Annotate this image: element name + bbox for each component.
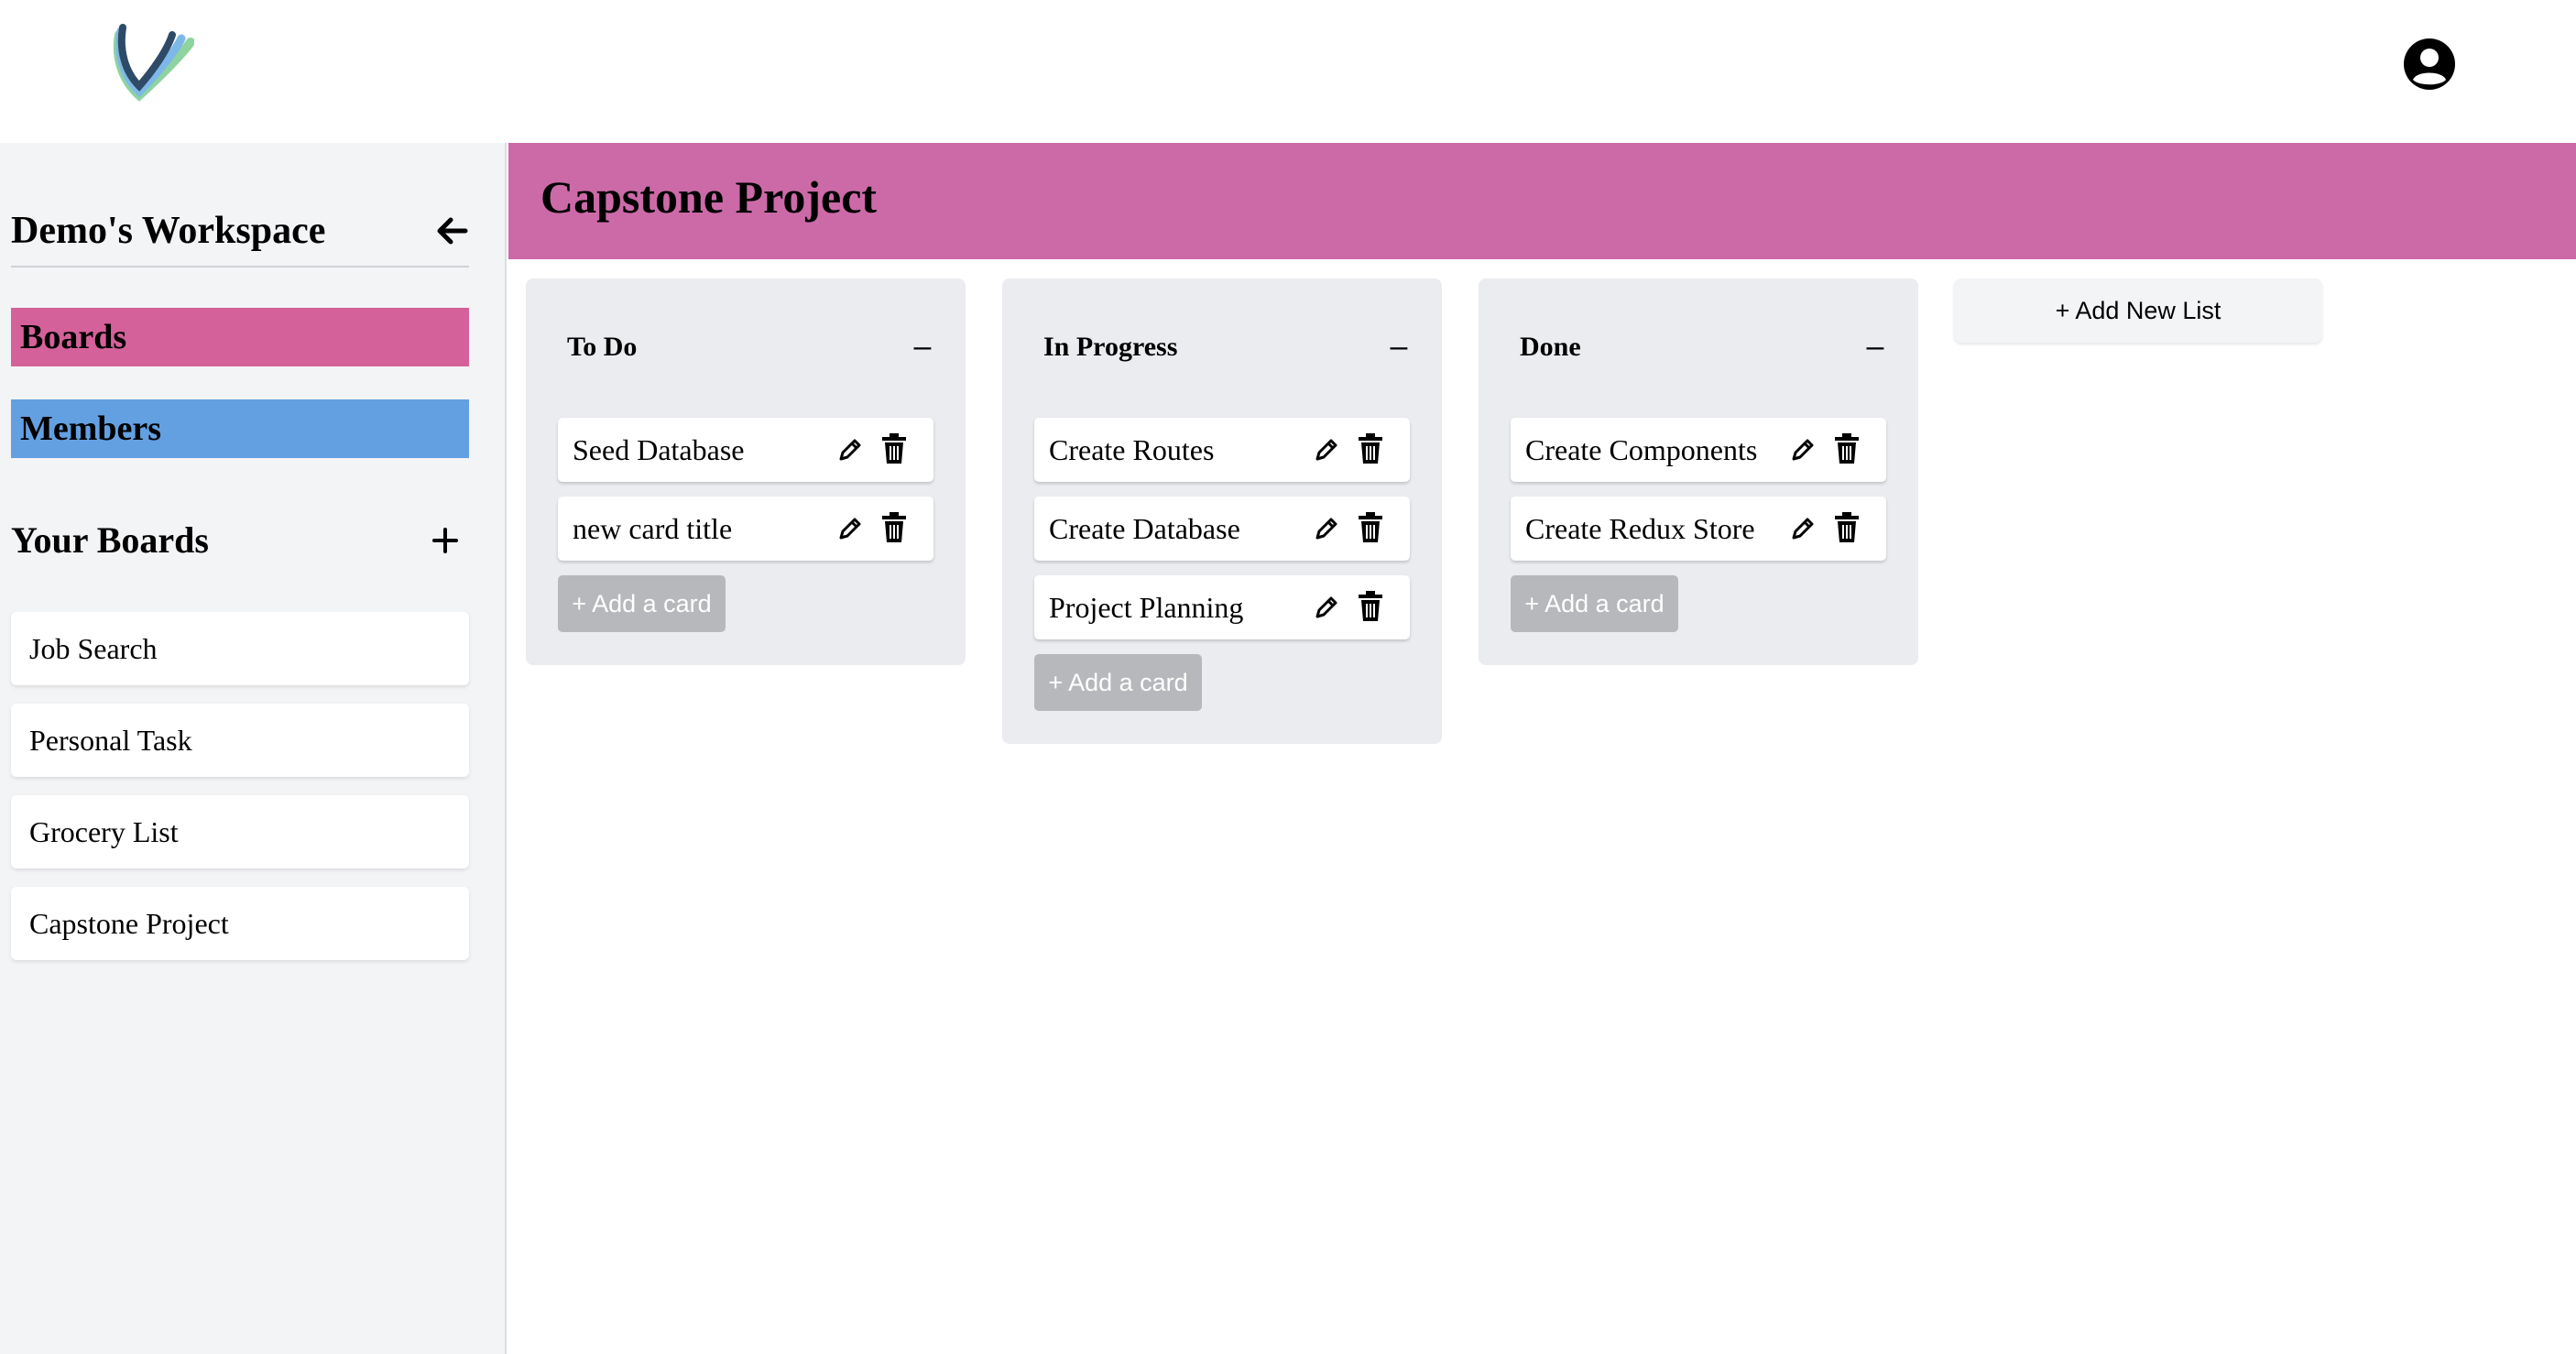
list-title: To Do (567, 332, 638, 362)
card[interactable]: new card title (558, 497, 933, 561)
trash-icon[interactable] (1355, 511, 1386, 544)
trash-icon[interactable] (879, 432, 910, 465)
trash-icon[interactable] (879, 511, 910, 544)
list-to-do: To Do – Seed Database new card title + A… (526, 278, 966, 665)
sidebar-item-members[interactable]: Members (11, 399, 469, 458)
workspace-title: Demo's Workspace (11, 210, 326, 252)
top-navbar (0, 0, 2576, 143)
card-title: Create Routes (1049, 433, 1215, 466)
card-title: Seed Database (573, 433, 745, 466)
pencil-icon[interactable] (1311, 592, 1342, 623)
workspace-header: Demo's Workspace (11, 202, 469, 268)
sidebar-board-job-search[interactable]: Job Search (11, 612, 469, 685)
card[interactable]: Create Components (1511, 418, 1886, 482)
trash-icon[interactable] (1355, 432, 1386, 465)
board-title: Capstone Project (540, 171, 878, 223)
sidebar-board-grocery-list[interactable]: Grocery List (11, 795, 469, 868)
sidebar-board-capstone-project[interactable]: Capstone Project (11, 887, 469, 960)
board-header: Capstone Project (508, 143, 2576, 259)
list-in-progress: In Progress – Create Routes Create Datab… (1002, 278, 1442, 744)
collapse-list-button[interactable]: – (1861, 330, 1889, 363)
trash-icon[interactable] (1355, 590, 1386, 623)
logo-icon[interactable] (112, 18, 195, 106)
user-circle-icon[interactable] (2402, 37, 2457, 92)
add-card-button[interactable]: + Add a card (1511, 575, 1678, 632)
trash-icon[interactable] (1831, 511, 1862, 544)
pencil-icon[interactable] (1787, 434, 1818, 465)
card[interactable]: Project Planning (1034, 575, 1410, 639)
add-card-button[interactable]: + Add a card (1034, 654, 1202, 711)
your-boards-title: Your Boards (11, 519, 209, 561)
card-title: new card title (573, 512, 733, 545)
sidebar-board-personal-task[interactable]: Personal Task (11, 704, 469, 777)
list-done: Done – Create Components Create Redux St… (1479, 278, 1918, 665)
pencil-icon[interactable] (835, 513, 866, 544)
list-title: Done (1520, 332, 1581, 362)
card-title: Create Components (1525, 433, 1758, 466)
card[interactable]: Seed Database (558, 418, 933, 482)
card[interactable]: Create Routes (1034, 418, 1410, 482)
card-title: Project Planning (1049, 591, 1244, 624)
collapse-list-button[interactable]: – (1385, 330, 1413, 363)
pencil-icon[interactable] (1311, 513, 1342, 544)
trash-icon[interactable] (1831, 432, 1862, 465)
add-card-button[interactable]: + Add a card (558, 575, 726, 632)
card-title: Create Database (1049, 512, 1240, 545)
sidebar-item-boards[interactable]: Boards (11, 308, 469, 366)
sidebar: Demo's Workspace Boards Members Your Boa… (0, 143, 507, 1354)
plus-icon[interactable] (427, 522, 464, 559)
pencil-icon[interactable] (1311, 434, 1342, 465)
card-title: Create Redux Store (1525, 512, 1755, 545)
card[interactable]: Create Redux Store (1511, 497, 1886, 561)
arrow-left-icon[interactable] (432, 211, 473, 251)
pencil-icon[interactable] (1787, 513, 1818, 544)
collapse-list-button[interactable]: – (909, 330, 936, 363)
list-title: In Progress (1043, 332, 1178, 362)
card[interactable]: Create Database (1034, 497, 1410, 561)
pencil-icon[interactable] (835, 434, 866, 465)
add-list-button[interactable]: + Add New List (1954, 278, 2322, 343)
